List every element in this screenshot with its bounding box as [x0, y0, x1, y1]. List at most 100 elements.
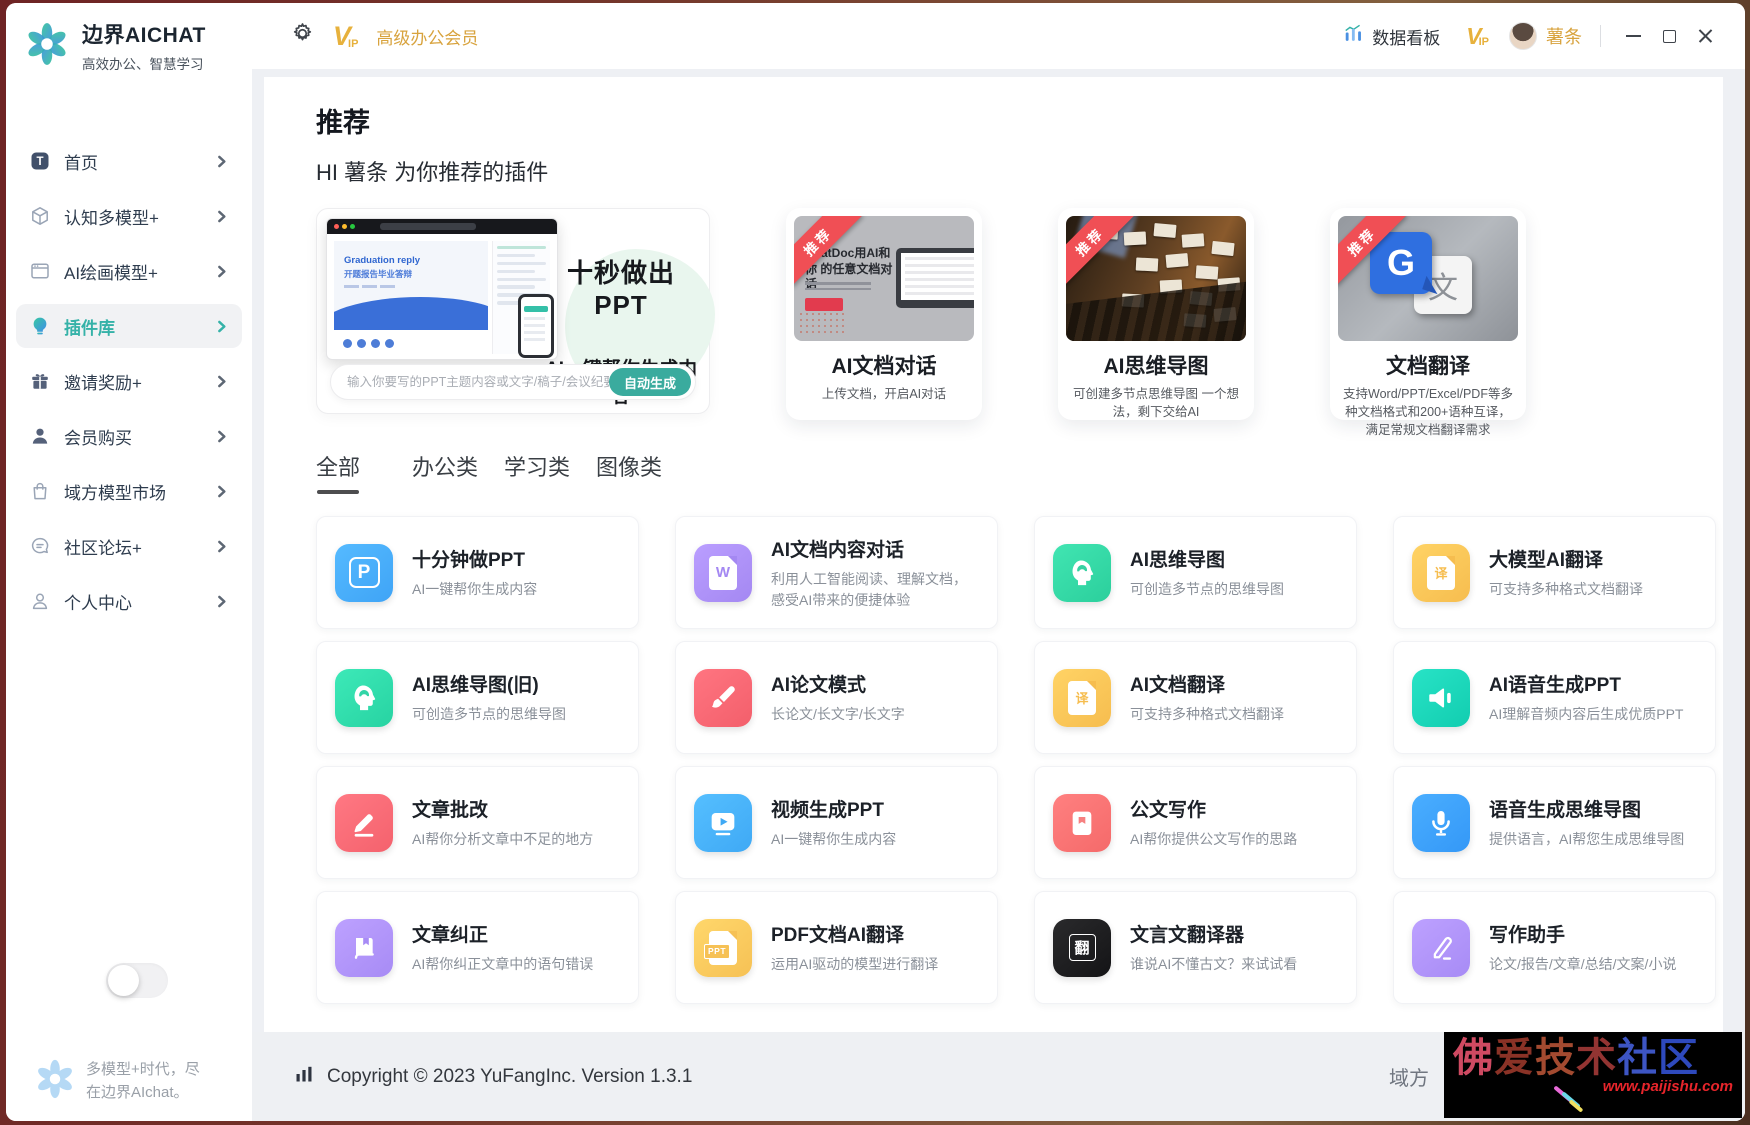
close-button[interactable]: [1687, 18, 1723, 54]
chevron-right-icon: [215, 430, 228, 443]
plugin-desc: AI帮你纠正文章中的语句错误: [412, 954, 593, 974]
plugin-card-14[interactable]: PPTPDF文档AI翻译运用AI驱动的模型进行翻译: [675, 891, 998, 1004]
vip-small-icon[interactable]: VIP: [1466, 25, 1489, 48]
doc-letter-icon: W: [694, 544, 752, 602]
promo-title: 文档翻译: [1330, 350, 1526, 380]
plugin-desc: AI帮你提供公文写作的思路: [1130, 829, 1297, 849]
plugin-desc: 论文/报告/文章/总结/文案/小说: [1489, 954, 1676, 974]
plugin-card-12[interactable]: 语音生成思维导图提供语言，AI帮您生成思维导图: [1393, 766, 1716, 879]
watermark: 佛爱技术社区 www.paijishu.com: [1444, 1032, 1742, 1118]
chevron-right-icon: [215, 485, 228, 498]
plugin-desc: AI理解音频内容后生成优质PPT: [1489, 704, 1683, 724]
sidebar-item-3[interactable]: AI绘画模型+: [16, 249, 242, 293]
theme-toggle[interactable]: [106, 963, 168, 998]
speaker-icon: [1412, 669, 1470, 727]
sidebar-menu: T首页认知多模型+ AI绘画模型+ 插件库邀请奖励+ 会员购买域方模型市场社区论坛+ 个…: [6, 73, 252, 623]
app-root: { "brand": { "title": "边界AICHAT", "subti…: [0, 0, 1750, 1125]
user-avatar[interactable]: [1509, 22, 1537, 50]
promo-card-chatdoc[interactable]: 推荐ChatDoc用AI和你 的任意文档对话AI文档对话上传文档，开启AI对话: [786, 208, 982, 420]
sidebar-item-2[interactable]: 认知多模型+: [16, 194, 242, 238]
tab-1[interactable]: 全部: [316, 450, 360, 484]
plugin-card-7[interactable]: 译AI文档翻译可支持多种格式文档翻译: [1034, 641, 1357, 754]
dashboard-link[interactable]: 数据看板: [1343, 23, 1440, 49]
home-icon: T: [30, 151, 50, 171]
sidebar-item-4[interactable]: 插件库: [16, 304, 242, 348]
sidebar-item-9[interactable]: 个人中心: [16, 579, 242, 623]
app-title: 边界AICHAT: [82, 19, 206, 49]
market-bag-icon: [30, 481, 50, 501]
content-area: 推荐 HI 薯条 为你推荐的插件 Graduation rep: [252, 69, 1745, 1121]
chevron-right-icon: [215, 320, 228, 333]
promo-image-translate: 推荐文G: [1338, 216, 1518, 341]
plugin-card-3[interactable]: AI思维导图可创造多节点的思维导图: [1034, 516, 1357, 629]
mindmap-head-icon: [1053, 544, 1111, 602]
plugin-card-8[interactable]: AI语音生成PPTAI理解音频内容后生成优质PPT: [1393, 641, 1716, 754]
plugin-title: 文章纠正: [412, 920, 593, 947]
forum-icon: [30, 536, 50, 556]
titlebar: VIP 高级办公会员 数据看板 VIP 薯条: [252, 3, 1745, 69]
plugin-card-5[interactable]: AI思维导图(旧)可创造多节点的思维导图: [316, 641, 639, 754]
bar-chart-icon: [1343, 23, 1364, 49]
plugin-title: 写作助手: [1489, 920, 1676, 947]
vip-membership-label[interactable]: 高级办公会员: [376, 24, 478, 49]
laptop-graphic: [896, 248, 974, 308]
copyright-text: Copyright © 2023 YuFangInc. Version 1.3.…: [327, 1066, 692, 1088]
plugin-card-15[interactable]: 翻文言文翻译器谁说AI不懂古文？来试试看: [1034, 891, 1357, 1004]
pen-icon: [1412, 919, 1470, 977]
greeting-text: HI 薯条 为你推荐的插件: [316, 155, 1723, 187]
promo-desc: 可创建多节点思维导图 一个想法，剩下交给AI: [1068, 385, 1244, 421]
ppt-input-bar: 自动生成: [330, 364, 696, 400]
chevron-right-icon: [215, 595, 228, 608]
plugin-desc: 长论文/长文字/长文字: [771, 704, 905, 724]
maximize-button[interactable]: [1651, 18, 1687, 54]
book-icon: [335, 919, 393, 977]
promo-image-mindmap: 推荐: [1066, 216, 1246, 341]
plugin-desc: 提供语言，AI帮您生成思维导图: [1489, 829, 1684, 849]
minimize-button[interactable]: [1615, 18, 1651, 54]
sidebar-item-1[interactable]: T首页: [16, 139, 242, 183]
plugin-card-9[interactable]: 文章批改AI帮你分析文章中不足的地方: [316, 766, 639, 879]
vip-badge-icon[interactable]: VIP: [333, 23, 358, 50]
sidebar-item-label: 域方模型市场: [64, 479, 166, 504]
username[interactable]: 薯条: [1546, 23, 1582, 49]
gift-icon: [30, 371, 50, 391]
translate-doc-icon: 译: [1412, 544, 1470, 602]
titlebar-divider: [1600, 25, 1601, 47]
plugin-card-10[interactable]: 视频生成PPTAI一键帮你生成内容: [675, 766, 998, 879]
sidebar-item-7[interactable]: 域方模型市场: [16, 469, 242, 513]
promo-card-mindmap[interactable]: 推荐AI思维导图可创建多节点思维导图 一个想法，剩下交给AI: [1058, 208, 1254, 420]
plugin-desc: AI一键帮你生成内容: [771, 829, 896, 849]
promo-card-translate[interactable]: 推荐文G文档翻译支持Word/PPT/Excel/PDF等多种文档格式和200+…: [1330, 208, 1526, 420]
plugin-card-11[interactable]: 公文写作AI帮你提供公文写作的思路: [1034, 766, 1357, 879]
sidebar-item-5[interactable]: 邀请奖励+: [16, 359, 242, 403]
user-icon: [30, 591, 50, 611]
plugin-card-6[interactable]: AI论文模式长论文/长文字/长文字: [675, 641, 998, 754]
ppt-tool-preview: Graduation reply 开题报告毕业答辩: [326, 218, 558, 360]
ppt-banner-card[interactable]: Graduation reply 开题报告毕业答辩: [316, 208, 710, 414]
promo-title: AI文档对话: [786, 350, 982, 380]
auto-generate-button[interactable]: 自动生成: [609, 368, 691, 396]
sidebar-item-6[interactable]: 会员购买: [16, 414, 242, 458]
sidebar-item-8[interactable]: 社区论坛+: [16, 524, 242, 568]
footer-chart-icon: [294, 1064, 314, 1090]
app-logo-icon: [24, 21, 70, 72]
tab-3[interactable]: 学习类: [504, 450, 570, 484]
settings-gear-icon[interactable]: [290, 21, 315, 51]
main-panel: 推荐 HI 薯条 为你推荐的插件 Graduation rep: [264, 77, 1723, 1032]
translate-doc-icon: 译: [1053, 669, 1111, 727]
promo-desc: 上传文档，开启AI对话: [796, 385, 972, 403]
ppt-topic-input[interactable]: [347, 375, 609, 389]
plugin-card-13[interactable]: 文章纠正 AI帮你纠正文章中的语句错误: [316, 891, 639, 1004]
toggle-knob: [108, 965, 139, 996]
plugin-desc: AI一键帮你生成内容: [412, 579, 537, 599]
plugin-title: 大模型AI翻译: [1489, 545, 1643, 572]
plugin-card-4[interactable]: 译大模型AI翻译可支持多种格式文档翻译: [1393, 516, 1716, 629]
plugin-card-2[interactable]: WAI文档内容对话利用人工智能阅读、理解文档，感受AI带来的便捷体验: [675, 516, 998, 629]
plugin-title: AI论文模式: [771, 670, 905, 697]
sidebar-item-label: 邀请奖励+: [64, 369, 142, 394]
plugin-card-16[interactable]: 写作助手论文/报告/文章/总结/文案/小说: [1393, 891, 1716, 1004]
classical-seal-icon: 翻: [1053, 919, 1111, 977]
tab-2[interactable]: 办公类: [412, 450, 478, 484]
plugin-card-1[interactable]: P十分钟做PPTAI一键帮你生成内容: [316, 516, 639, 629]
tab-4[interactable]: 图像类: [596, 450, 662, 484]
